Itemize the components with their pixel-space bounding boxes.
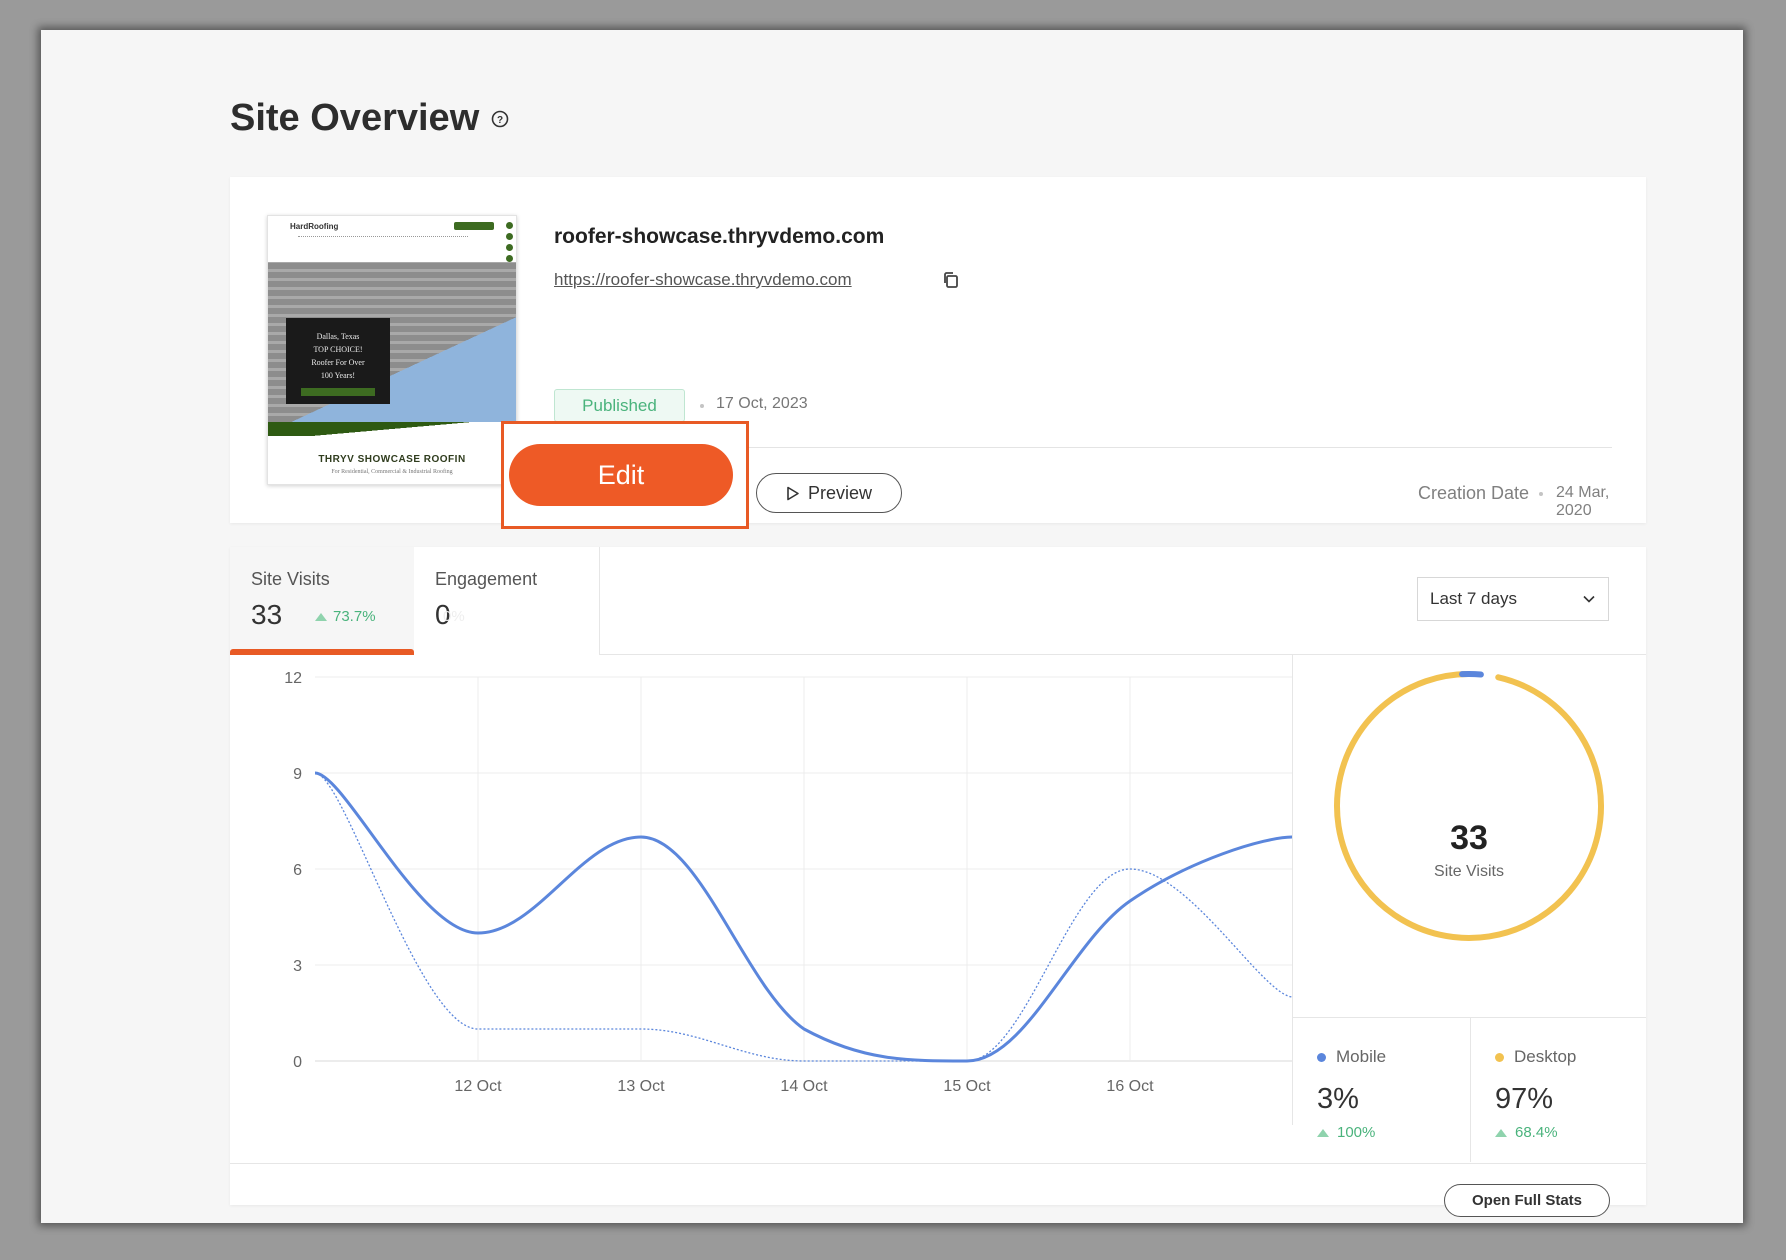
- donut-label: Site Visits: [1434, 863, 1504, 880]
- site-url-link[interactable]: https://roofer-showcase.thryvdemo.com: [554, 270, 852, 290]
- trend-up-icon: [1495, 1128, 1507, 1137]
- donut-desktop-arc: [1334, 671, 1604, 941]
- y-tick-label: 0: [293, 1054, 302, 1071]
- x-tick-label: 14 Oct: [780, 1078, 828, 1095]
- preview-button[interactable]: Preview: [756, 473, 902, 513]
- separator-dot: [1539, 492, 1543, 496]
- chart-side-divider: [1292, 655, 1293, 1125]
- hero-line: TOP CHOICE!: [313, 345, 363, 354]
- tab-delta-value: 73.7%: [333, 608, 376, 625]
- legend-mobile: Mobile 3% 100%: [1317, 1047, 1386, 1141]
- y-tick-label: 12: [284, 670, 302, 687]
- legend-delta: 68.4%: [1515, 1124, 1558, 1141]
- tab-label: Site Visits: [251, 569, 330, 589]
- trend-up-icon: [315, 612, 327, 621]
- copy-icon[interactable]: [942, 271, 960, 289]
- legend-percent: 97%: [1495, 1083, 1554, 1115]
- thumbnail-hero-box: Dallas, Texas TOP CHOICE! Roofer For Ove…: [286, 318, 390, 404]
- thumbnail-nav: [298, 236, 468, 240]
- help-icon[interactable]: ?: [491, 110, 509, 128]
- y-tick-label: 9: [293, 766, 302, 783]
- site-overview-card: HardRoofing Dallas, Texas TOP CHOICE! Ro…: [230, 177, 1646, 529]
- hero-line: Roofer For Over: [311, 358, 365, 367]
- footer-divider: [230, 1163, 1646, 1164]
- chevron-down-icon: [1583, 595, 1595, 603]
- x-tick-label: 16 Oct: [1106, 1078, 1154, 1095]
- desktop-dot: [1495, 1052, 1504, 1062]
- tab-site-visits[interactable]: Site Visits 33 73.7%: [230, 547, 414, 655]
- site-name: roofer-showcase.thryvdemo.com: [554, 225, 885, 248]
- preview-label: Preview: [807, 482, 873, 503]
- x-tick-label: 13 Oct: [617, 1078, 665, 1095]
- edit-button[interactable]: Edit: [509, 444, 733, 506]
- thumbnail-logo: HardRoofing: [290, 222, 339, 231]
- stats-card: Site Visits 33 73.7% Engagement 0 0% Las…: [230, 547, 1646, 1217]
- legend-label: Mobile: [1336, 1047, 1387, 1066]
- open-full-stats-button[interactable]: Open Full Stats: [1444, 1184, 1610, 1217]
- legend-divider: [1292, 1017, 1646, 1018]
- device-donut-chart: [1334, 671, 1604, 941]
- creation-date-label: Creation Date: [1418, 483, 1530, 503]
- status-badge: Published: [554, 389, 685, 422]
- date-range-value: Last 7 days: [1430, 589, 1517, 608]
- tab-delta: 73.7%: [315, 608, 376, 625]
- legend-split: [1470, 1017, 1471, 1162]
- thumbnail-hero: Dallas, Texas TOP CHOICE! Roofer For Ove…: [268, 262, 516, 422]
- app-frame: Site Overview ? HardRoofing Dallas, Texa…: [41, 30, 1743, 1223]
- tab-value: 33: [251, 599, 283, 630]
- thumbnail-header: HardRoofing: [268, 216, 516, 284]
- thumbnail-caption: THRYV SHOWCASE ROOFIN: [318, 454, 466, 465]
- site-visits-line-chart: 12 9 6 3 0 12 Oct 13 Oct 14 Oct 15 Oct 16 Oct: [284, 670, 1292, 1095]
- thumbnail-subcaption: For Residential, Commercial & Industrial…: [331, 469, 453, 475]
- donut-mobile-arc: [1334, 671, 1604, 941]
- page-title: Site Overview ?: [230, 97, 509, 140]
- donut-total: 33: [1450, 819, 1488, 857]
- separator-dot: [700, 404, 704, 408]
- site-thumbnail[interactable]: HardRoofing Dallas, Texas TOP CHOICE! Ro…: [267, 215, 517, 485]
- x-tick-label: 15 Oct: [943, 1078, 991, 1095]
- published-date: 17 Oct, 2023: [716, 395, 808, 412]
- legend-percent: 3%: [1317, 1083, 1359, 1115]
- date-range-select[interactable]: Last 7 days: [1417, 577, 1609, 621]
- tab-engagement[interactable]: Engagement 0 0%: [414, 547, 600, 655]
- hero-cta: [301, 388, 375, 396]
- mobile-dot: [1317, 1052, 1326, 1062]
- thumbnail-phone-badge: [454, 222, 494, 230]
- thumbnail-grass: [268, 422, 516, 436]
- legend-desktop: Desktop 97% 68.4%: [1495, 1047, 1576, 1141]
- y-tick-label: 3: [293, 958, 302, 975]
- x-tick-label: 12 Oct: [454, 1078, 502, 1095]
- creation-date: 24 Mar, 2020: [1556, 484, 1610, 519]
- svg-text:?: ?: [497, 115, 503, 126]
- page-title-text: Site Overview: [230, 97, 480, 139]
- hero-line: 100 Years!: [320, 371, 356, 380]
- hero-line: Dallas, Texas: [316, 332, 360, 341]
- y-tick-label: 6: [293, 862, 302, 879]
- tab-label: Engagement: [435, 569, 538, 589]
- legend-label: Desktop: [1514, 1047, 1577, 1066]
- legend-delta: 100%: [1337, 1124, 1376, 1141]
- trend-up-icon: [1317, 1128, 1329, 1137]
- tab-delta-value: 0%: [443, 608, 465, 625]
- play-icon: [787, 486, 799, 500]
